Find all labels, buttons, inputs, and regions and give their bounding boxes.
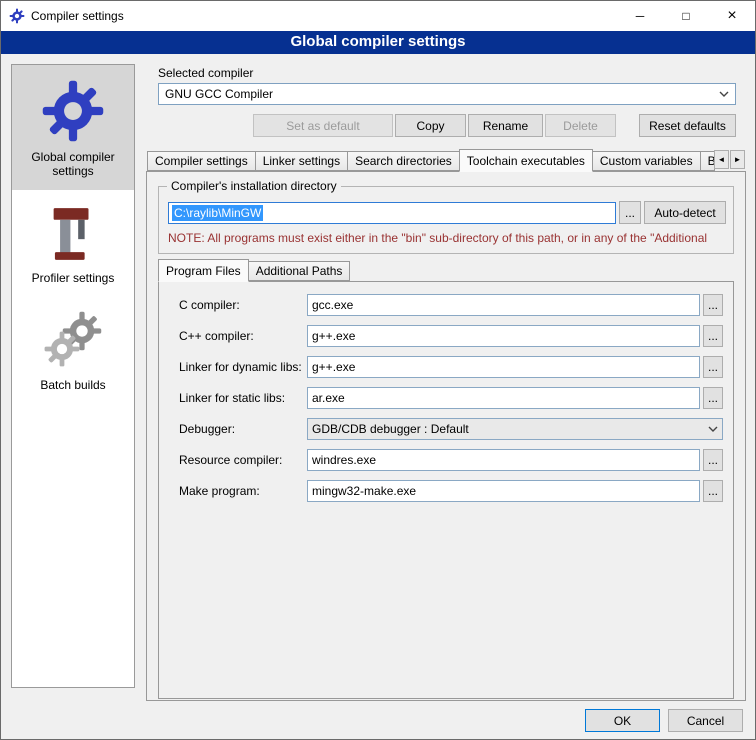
static-linker-label: Linker for static libs: <box>179 391 307 405</box>
titlebar: Compiler settings ─ □ × <box>1 1 755 31</box>
field-row-static-linker: Linker for static libs: ar.exe ... <box>179 387 723 409</box>
sidebar-item-batch-builds[interactable]: Batch builds <box>12 297 134 404</box>
compiler-settings-window: Compiler settings ─ □ × Global compiler … <box>0 0 756 740</box>
resource-compiler-browse-button[interactable]: ... <box>703 449 723 471</box>
set-as-default-button[interactable]: Set as default <box>253 114 393 137</box>
toolchain-executables-panel: Compiler's installation directory C:\ray… <box>146 171 746 701</box>
installation-directory-label: Compiler's installation directory <box>167 179 341 193</box>
field-row-debugger: Debugger: GDB/CDB debugger : Default <box>179 418 723 440</box>
cancel-button[interactable]: Cancel <box>668 709 743 732</box>
sidebar-item-label: Global compiler settings <box>16 150 130 178</box>
debugger-label: Debugger: <box>179 422 307 436</box>
sidebar-item-label: Batch builds <box>40 378 105 392</box>
reset-defaults-button[interactable]: Reset defaults <box>639 114 736 137</box>
app-icon <box>9 8 25 24</box>
tab-program-files[interactable]: Program Files <box>158 259 249 282</box>
tab-compiler-settings[interactable]: Compiler settings <box>147 151 256 171</box>
chevron-down-icon <box>719 91 729 97</box>
tab-search-directories[interactable]: Search directories <box>347 151 460 171</box>
blue-gear-icon <box>40 78 106 144</box>
installation-directory-row: C:\raylib\MinGW ... Auto-detect <box>168 201 726 224</box>
minimize-button[interactable]: ─ <box>617 1 663 31</box>
make-program-browse-button[interactable]: ... <box>703 480 723 502</box>
resource-compiler-label: Resource compiler: <box>179 453 307 467</box>
tab-scroll-right-button[interactable]: ► <box>730 150 745 169</box>
maximize-button[interactable]: □ <box>663 1 709 31</box>
sidebar-item-label: Profiler settings <box>32 271 115 285</box>
selected-compiler-value: GNU GCC Compiler <box>165 87 273 101</box>
gray-gears-icon <box>41 310 105 372</box>
make-program-input[interactable]: mingw32-make.exe <box>307 480 700 502</box>
arrow-right-icon: ► <box>734 155 742 164</box>
dynamic-linker-browse-button[interactable]: ... <box>703 356 723 378</box>
window-controls: ─ □ × <box>617 1 755 31</box>
cpp-compiler-browse-button[interactable]: ... <box>703 325 723 347</box>
tab-build-options-truncated[interactable]: Buil <box>700 151 715 171</box>
profiler-clamp-icon <box>42 203 104 265</box>
c-compiler-browse-button[interactable]: ... <box>703 294 723 316</box>
arrow-left-icon: ◄ <box>718 155 726 164</box>
tab-scroll-buttons: ◄ ► <box>714 150 745 169</box>
tab-toolchain-executables[interactable]: Toolchain executables <box>459 149 593 172</box>
rename-button[interactable]: Rename <box>468 114 543 137</box>
program-files-tab-bar: Program Files Additional Paths <box>158 258 349 281</box>
field-row-dynamic-linker: Linker for dynamic libs: g++.exe ... <box>179 356 723 378</box>
dynamic-linker-label: Linker for dynamic libs: <box>179 360 307 374</box>
static-linker-input[interactable]: ar.exe <box>307 387 700 409</box>
resource-compiler-input[interactable]: windres.exe <box>307 449 700 471</box>
c-compiler-label: C compiler: <box>179 298 307 312</box>
auto-detect-button[interactable]: Auto-detect <box>644 201 726 224</box>
tab-scroll-left-button[interactable]: ◄ <box>714 150 729 169</box>
sidebar-item-profiler-settings[interactable]: Profiler settings <box>12 190 134 297</box>
copy-button[interactable]: Copy <box>395 114 466 137</box>
settings-category-sidebar: Global compiler settings Profiler settin… <box>11 64 135 688</box>
installation-directory-input[interactable]: C:\raylib\MinGW <box>168 202 616 224</box>
installation-directory-value: C:\raylib\MinGW <box>172 205 263 221</box>
debugger-value: GDB/CDB debugger : Default <box>312 422 469 436</box>
field-row-resource-compiler: Resource compiler: windres.exe ... <box>179 449 723 471</box>
settings-tab-bar: Compiler settings Linker settings Search… <box>147 148 745 171</box>
c-compiler-input[interactable]: gcc.exe <box>307 294 700 316</box>
selected-compiler-label: Selected compiler <box>158 66 253 80</box>
cpp-compiler-input[interactable]: g++.exe <box>307 325 700 347</box>
selected-compiler-dropdown[interactable]: GNU GCC Compiler <box>158 83 736 105</box>
static-linker-browse-button[interactable]: ... <box>703 387 723 409</box>
delete-button[interactable]: Delete <box>545 114 616 137</box>
main-panel: Selected compiler GNU GCC Compiler Set a… <box>146 54 746 739</box>
field-row-make-program: Make program: mingw32-make.exe ... <box>179 480 723 502</box>
tab-custom-variables[interactable]: Custom variables <box>592 151 701 171</box>
chevron-down-icon <box>708 426 718 432</box>
compiler-action-buttons: Set as default Copy Rename Delete Reset … <box>158 114 736 137</box>
tab-linker-settings[interactable]: Linker settings <box>255 151 348 171</box>
make-program-label: Make program: <box>179 484 307 498</box>
program-files-panel: C compiler: gcc.exe ... C++ compiler: g+… <box>158 281 734 699</box>
field-row-cpp-compiler: C++ compiler: g++.exe ... <box>179 325 723 347</box>
close-button[interactable]: × <box>709 1 755 31</box>
ok-button[interactable]: OK <box>585 709 660 732</box>
field-row-c-compiler: C compiler: gcc.exe ... <box>179 294 723 316</box>
window-title: Compiler settings <box>31 9 124 23</box>
installation-directory-group: Compiler's installation directory C:\ray… <box>158 186 734 254</box>
bin-subdirectory-note: NOTE: All programs must exist either in … <box>168 231 732 245</box>
dialog-body: Global compiler settings Profiler settin… <box>1 54 755 739</box>
debugger-dropdown[interactable]: GDB/CDB debugger : Default <box>307 418 723 440</box>
tab-additional-paths[interactable]: Additional Paths <box>248 261 351 281</box>
installation-directory-browse-button[interactable]: ... <box>619 201 641 224</box>
page-title: Global compiler settings <box>1 31 755 54</box>
cpp-compiler-label: C++ compiler: <box>179 329 307 343</box>
sidebar-item-global-compiler-settings[interactable]: Global compiler settings <box>12 65 134 190</box>
dynamic-linker-input[interactable]: g++.exe <box>307 356 700 378</box>
